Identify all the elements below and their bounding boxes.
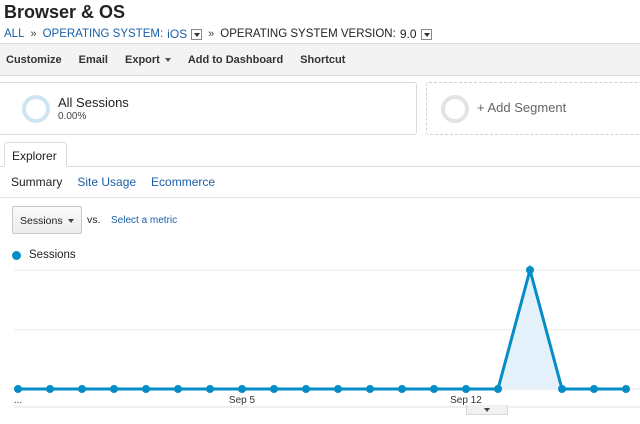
breadcrumb-all-link[interactable]: ALL: [4, 28, 24, 40]
data-point[interactable]: [462, 385, 470, 393]
os-version-dropdown-icon[interactable]: [420, 28, 432, 40]
sessions-line-chart: ... Sep 5 Sep 12: [14, 264, 640, 408]
shortcut-button[interactable]: Shortcut: [300, 54, 345, 66]
customize-button[interactable]: Customize: [6, 54, 62, 66]
subtabs-divider: [0, 197, 640, 198]
chevron-down-icon: [164, 57, 171, 62]
data-point[interactable]: [494, 385, 502, 393]
data-point[interactable]: [526, 266, 534, 274]
chart-legend: Sessions: [12, 249, 76, 261]
breadcrumb: ALL » OPERATING SYSTEM: iOS » OPERATING …: [4, 26, 432, 42]
chevron-down-icon: [68, 219, 74, 223]
metric-select-value: Sessions: [20, 215, 63, 227]
breadcrumb-separator: »: [30, 28, 37, 40]
data-point[interactable]: [110, 385, 118, 393]
metric-select[interactable]: Sessions: [12, 206, 82, 234]
subtab-ecommerce[interactable]: Ecommerce: [151, 175, 215, 189]
data-point[interactable]: [78, 385, 86, 393]
export-label: Export: [124, 53, 160, 66]
tabs-divider: [0, 166, 640, 167]
breadcrumb-os-version-label: OPERATING SYSTEM VERSION:: [220, 28, 396, 40]
data-point[interactable]: [302, 385, 310, 393]
data-point[interactable]: [590, 385, 598, 393]
subtab-site-usage[interactable]: Site Usage: [77, 175, 136, 189]
tab-explorer[interactable]: Explorer: [4, 142, 67, 167]
data-point[interactable]: [174, 385, 182, 393]
data-point[interactable]: [46, 385, 54, 393]
email-button[interactable]: Email: [79, 54, 108, 66]
report-toolbar: Customize Email Export Add to Dashboard …: [0, 43, 640, 76]
segment-ring-icon: [22, 95, 50, 123]
explorer-subtabs: Summary Site Usage Ecommerce: [11, 175, 230, 189]
export-button[interactable]: Export: [125, 54, 171, 66]
x-tick-label: Sep 5: [229, 395, 256, 406]
data-point[interactable]: [398, 385, 406, 393]
data-point[interactable]: [622, 385, 630, 393]
legend-sessions-label: Sessions: [29, 249, 76, 261]
data-point[interactable]: [334, 385, 342, 393]
segment-name: All Sessions: [58, 95, 129, 110]
x-tick-label: ...: [14, 395, 22, 406]
data-point[interactable]: [366, 385, 374, 393]
data-point[interactable]: [206, 385, 214, 393]
os-dropdown-icon[interactable]: [191, 28, 203, 40]
subtab-summary[interactable]: Summary: [11, 175, 62, 189]
data-point[interactable]: [558, 385, 566, 393]
breadcrumb-os-value[interactable]: iOS: [167, 27, 187, 41]
data-point[interactable]: [430, 385, 438, 393]
segment-card-all-sessions[interactable]: All Sessions 0.00%: [0, 82, 417, 135]
page-title: Browser & OS: [4, 2, 126, 22]
data-point[interactable]: [238, 385, 246, 393]
legend-dot-icon: [12, 250, 21, 260]
breadcrumb-separator: »: [208, 28, 215, 40]
chart-collapse-toggle[interactable]: [466, 405, 508, 415]
segment-percent: 0.00%: [58, 111, 87, 122]
vs-label: vs.: [87, 214, 101, 226]
data-point[interactable]: [270, 385, 278, 393]
segment-placeholder-ring-icon: [441, 95, 469, 123]
add-segment-button[interactable]: + Add Segment: [426, 82, 640, 135]
breadcrumb-os-label[interactable]: OPERATING SYSTEM:: [43, 28, 164, 40]
select-metric-link[interactable]: Select a metric: [111, 215, 177, 226]
add-segment-label: + Add Segment: [477, 100, 567, 115]
add-to-dashboard-button[interactable]: Add to Dashboard: [188, 54, 283, 66]
data-point[interactable]: [142, 385, 150, 393]
breadcrumb-os-version-value: 9.0: [399, 27, 417, 41]
data-point[interactable]: [14, 385, 22, 393]
